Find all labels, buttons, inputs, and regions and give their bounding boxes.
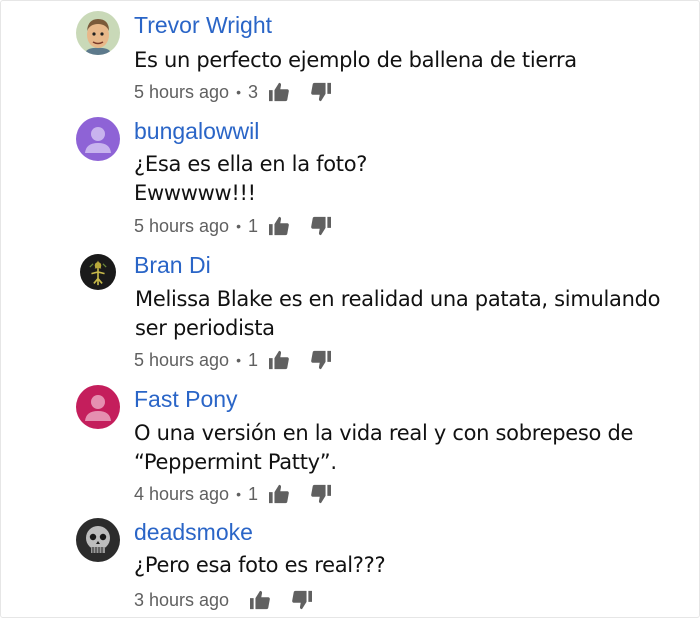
thumbs-down-icon[interactable]: [310, 350, 332, 370]
comment-time: 4 hours ago: [134, 484, 230, 504]
comment-time: 3 hours ago: [134, 590, 230, 610]
cartoon-man-avatar-icon: [76, 11, 120, 55]
avatar[interactable]: [76, 385, 120, 429]
thumbs-up-icon[interactable]: [268, 484, 290, 504]
comment-text: ¿Pero esa foto es real???: [134, 553, 386, 577]
comment-time: 5 hours ago: [134, 216, 230, 236]
comment-meta: 4 hours ago • 1: [134, 483, 332, 505]
comment-author[interactable]: Bran Di: [134, 251, 211, 279]
dark-figure-avatar-icon: [80, 254, 116, 290]
default-user-avatar-icon: [76, 117, 120, 161]
like-count: 1: [247, 484, 258, 504]
comment-author[interactable]: Trevor Wright: [134, 11, 272, 39]
comment-text: Ewwwww!!!: [134, 181, 256, 205]
comment-text: ¿Esa es ella en la foto?: [134, 152, 368, 176]
comment-text: Melissa Blake es en realidad una patata,…: [135, 287, 661, 311]
separator-dot: •: [236, 218, 241, 234]
separator-dot: •: [236, 486, 241, 502]
comment-text: ser periodista: [135, 316, 275, 340]
avatar[interactable]: [76, 117, 120, 161]
skull-photo-avatar-icon: [76, 518, 120, 562]
separator-dot: •: [236, 352, 241, 368]
comment-meta: 5 hours ago • 1: [134, 349, 332, 371]
comment-meta: 5 hours ago • 1: [134, 215, 332, 237]
avatar[interactable]: [76, 518, 120, 562]
comment-meta: 3 hours ago: [134, 589, 313, 611]
thumbs-up-icon[interactable]: [268, 216, 290, 236]
comment-author[interactable]: deadsmoke: [134, 518, 253, 546]
comment-author[interactable]: bungalowwil: [134, 117, 259, 145]
like-count: 1: [247, 350, 258, 370]
comment-author[interactable]: Fast Pony: [134, 385, 238, 413]
comment-time: 5 hours ago: [134, 350, 230, 370]
avatar[interactable]: [76, 11, 120, 55]
thumbs-down-icon[interactable]: [310, 216, 332, 236]
separator-dot: •: [236, 84, 241, 100]
comment-meta: 5 hours ago • 3: [134, 81, 332, 103]
thumbs-down-icon[interactable]: [291, 590, 313, 610]
thumbs-up-icon[interactable]: [268, 82, 290, 102]
like-count: 3: [247, 82, 258, 102]
thumbs-down-icon[interactable]: [310, 82, 332, 102]
default-user-avatar-icon: [76, 385, 120, 429]
thumbs-down-icon[interactable]: [310, 484, 332, 504]
thumbs-up-icon[interactable]: [249, 590, 271, 610]
comment-text: “Peppermint Patty”.: [134, 450, 337, 474]
comment-time: 5 hours ago: [134, 82, 230, 102]
comment-text: Es un perfecto ejemplo de ballena de tie…: [134, 48, 577, 72]
thumbs-up-icon[interactable]: [268, 350, 290, 370]
comment-text: O una versión en la vida real y con sobr…: [134, 421, 634, 445]
avatar[interactable]: [80, 254, 116, 290]
like-count: 1: [247, 216, 258, 236]
